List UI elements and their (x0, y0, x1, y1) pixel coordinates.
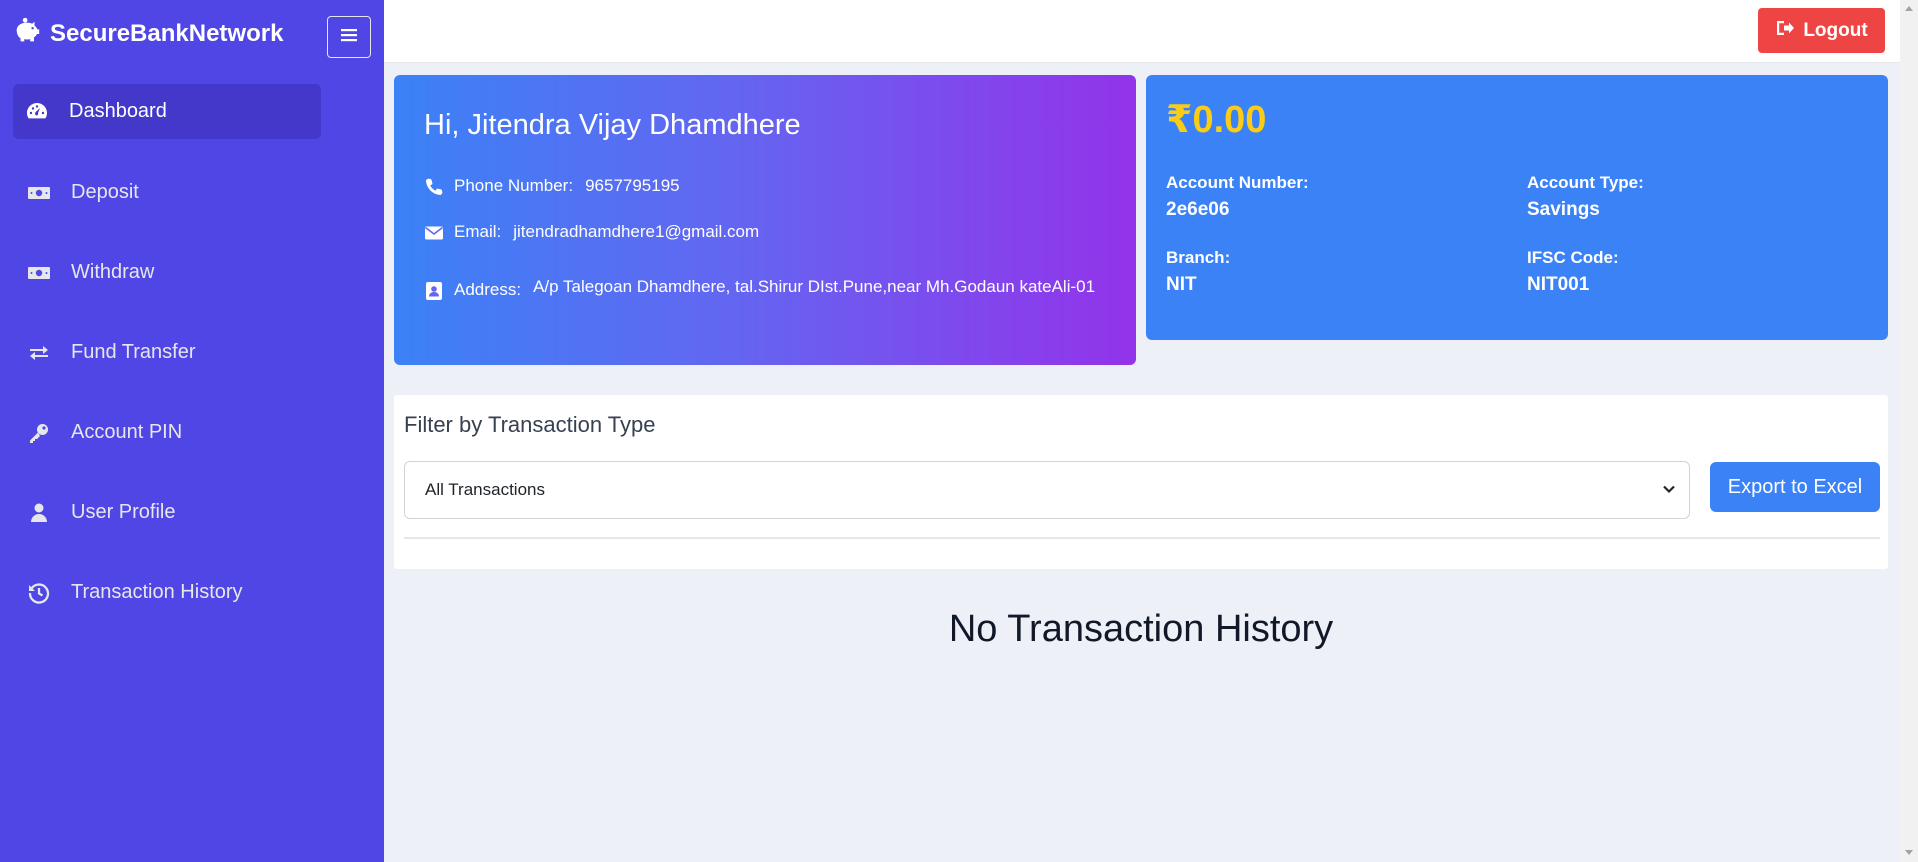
sidebar-item-label: Account PIN (71, 421, 183, 443)
brand[interactable]: SecureBankNetwork (12, 14, 283, 54)
email-value: jitendradhamdhere1@gmail.com (513, 222, 760, 241)
divider (404, 537, 1880, 539)
sidebar-item-fund-transfer[interactable]: Fund Transfer (13, 325, 321, 380)
user-icon (25, 499, 53, 527)
email-row: Email: jitendradhamdhere1@gmail.com (424, 222, 759, 243)
branch-label: Branch: (1166, 248, 1231, 267)
chevron-down-icon (1661, 481, 1677, 497)
sidebar-item-label: Deposit (71, 181, 139, 203)
sign-out-icon (1775, 18, 1795, 44)
sidebar-item-transaction-history[interactable]: Transaction History (13, 565, 321, 620)
sidebar-item-label: Withdraw (71, 261, 155, 283)
sidebar-item-deposit[interactable]: Deposit (13, 165, 321, 220)
money-bill-icon (25, 259, 53, 287)
branch-field: Branch: NIT (1166, 248, 1230, 296)
brand-name: SecureBankNetwork (50, 20, 284, 47)
top-bar (384, 0, 1900, 63)
empty-transactions-message: No Transaction History (948, 608, 1334, 650)
phone-row: Phone Number: 9657795195 (424, 176, 680, 197)
export-excel-button[interactable]: Export to Excel (1710, 462, 1880, 512)
logout-button[interactable]: Logout (1758, 8, 1885, 53)
phone-icon (424, 177, 444, 197)
sidebar-item-label: Fund Transfer (71, 341, 196, 363)
account-type-field: Account Type: Savings (1527, 173, 1644, 221)
selected-option: All Transactions (425, 480, 545, 499)
sidebar-item-account-pin[interactable]: Account PIN (13, 405, 321, 460)
account-card: ₹0.00 Account Number: 2e6e06 Account Typ… (1146, 75, 1888, 340)
sidebar: SecureBankNetwork Dashboard Deposit With… (0, 0, 384, 862)
sidebar-item-label: Dashboard (69, 100, 167, 122)
greeting: Hi, Jitendra Vijay Dhamdhere (424, 109, 801, 141)
exchange-icon (25, 339, 53, 367)
ifsc-value: NIT001 (1527, 274, 1590, 295)
account-number-value: 2e6e06 (1166, 199, 1230, 220)
hamburger-icon (338, 24, 360, 51)
sidebar-item-withdraw[interactable]: Withdraw (13, 245, 321, 300)
ifsc-field: IFSC Code: NIT001 (1527, 248, 1619, 296)
transaction-type-select[interactable]: All Transactions (404, 461, 1690, 519)
history-icon (25, 579, 53, 607)
money-bill-icon (25, 179, 53, 207)
gauge-icon (23, 98, 51, 126)
account-type-value: Savings (1527, 199, 1600, 220)
logout-label: Logout (1803, 19, 1868, 41)
branch-value: NIT (1166, 274, 1197, 295)
scroll-down-arrow-icon[interactable] (1905, 850, 1913, 855)
sidebar-item-label: Transaction History (71, 581, 243, 603)
address-book-icon (424, 281, 444, 301)
account-number-field: Account Number: 2e6e06 (1166, 173, 1309, 221)
phone-value: 9657795195 (585, 176, 680, 195)
scroll-up-arrow-icon[interactable] (1905, 6, 1913, 11)
phone-label: Phone Number: (454, 176, 574, 195)
piggy-bank-icon (12, 16, 42, 53)
email-label: Email: (454, 222, 502, 241)
address-value: A/p Talegoan Dhamdhere, tal.Shirur DIst.… (533, 277, 1096, 296)
filter-panel: Filter by Transaction Type All Transacti… (394, 395, 1888, 569)
filter-title: Filter by Transaction Type (404, 412, 656, 437)
sidebar-item-label: User Profile (71, 501, 176, 523)
balance-amount: ₹0.00 (1166, 99, 1267, 141)
scrollbar[interactable] (1900, 0, 1918, 862)
key-icon (25, 419, 53, 447)
address-row: Address: A/p Talegoan Dhamdhere, tal.Shi… (424, 277, 1103, 301)
menu-toggle-button[interactable] (327, 16, 371, 58)
account-type-label: Account Type: (1527, 173, 1644, 192)
address-label: Address: (454, 280, 522, 299)
account-number-label: Account Number: (1166, 173, 1309, 192)
sidebar-item-user-profile[interactable]: User Profile (13, 485, 321, 540)
ifsc-label: IFSC Code: (1527, 248, 1619, 267)
sidebar-item-dashboard[interactable]: Dashboard (13, 84, 321, 139)
profile-card: Hi, Jitendra Vijay Dhamdhere Phone Numbe… (394, 75, 1136, 365)
envelope-icon (424, 223, 444, 243)
